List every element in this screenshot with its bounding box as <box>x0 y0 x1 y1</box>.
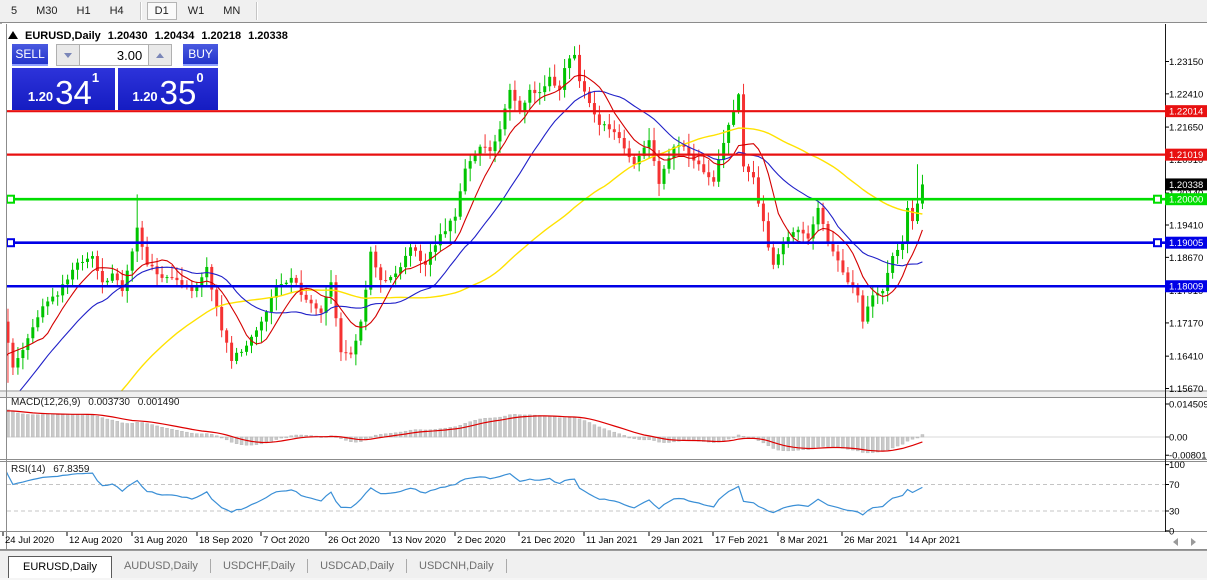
x-axis-date-label: 2 Dec 2020 <box>457 535 506 546</box>
hline-handle[interactable] <box>1154 196 1161 203</box>
scroll-right-button[interactable] <box>1186 536 1200 548</box>
buy-price-panel[interactable]: 1.20 35 0 <box>118 68 218 110</box>
timeframe-button-d1[interactable]: D1 <box>147 2 177 20</box>
price-line-label: 1.21019 <box>1169 150 1203 161</box>
price-line-label: 1.22014 <box>1169 107 1203 118</box>
y-axis-tick-label: 1.22410 <box>1169 89 1203 100</box>
buy-price-prefix: 1.20 <box>132 89 157 104</box>
macd-signal-value: 0.001490 <box>138 397 180 408</box>
chart-header: EURUSD,Daily 1.20430 1.20434 1.20218 1.2… <box>8 29 295 43</box>
y-axis-tick-label: 1.18670 <box>1169 253 1203 264</box>
y-axis-tick-label: 1.19410 <box>1169 221 1203 232</box>
rsi-axis-label: 70 <box>1169 480 1180 491</box>
macd-name: MACD(12,26,9) <box>11 397 80 408</box>
macd-axis-label: 0.00 <box>1169 433 1188 444</box>
x-axis-date-label: 31 Aug 2020 <box>134 535 187 546</box>
x-axis-date-label: 13 Nov 2020 <box>392 535 446 546</box>
x-axis-date-label: 12 Aug 2020 <box>69 535 122 546</box>
volume-increase-button[interactable] <box>149 45 171 65</box>
timeframe-button-w1[interactable]: W1 <box>180 2 213 20</box>
x-axis-date-label: 26 Mar 2021 <box>844 535 897 546</box>
arrow-left-icon <box>1173 538 1178 546</box>
rsi-value: 67.8359 <box>53 464 89 475</box>
ohlc-close: 1.20338 <box>248 30 288 42</box>
x-axis-date-label: 11 Jan 2021 <box>586 535 638 546</box>
timeframe-button-m30[interactable]: M30 <box>28 2 65 20</box>
y-axis-tick-label: 1.23150 <box>1169 57 1203 68</box>
x-axis-date-label: 7 Oct 2020 <box>263 535 309 546</box>
toolbar-separator <box>140 2 142 20</box>
one-click-trading-panel: SELL BUY 1.20 34 1 1.20 35 0 <box>12 44 218 110</box>
timeframe-button-h4[interactable]: H4 <box>102 2 132 20</box>
ohlc-low: 1.20218 <box>201 30 241 42</box>
ohlc-high: 1.20434 <box>155 30 195 42</box>
buy-price-pip: 0 <box>196 70 203 85</box>
macd-label: MACD(12,26,9) 0.003730 0.001490 <box>11 397 184 408</box>
x-axis-date-label: 21 Dec 2020 <box>521 535 575 546</box>
buy-button[interactable]: BUY <box>183 44 218 66</box>
volume-decrease-button[interactable] <box>57 45 79 65</box>
tab-eurusd-daily[interactable]: EURUSD,Daily <box>8 556 112 578</box>
y-axis-tick-label: 1.15670 <box>1169 384 1203 395</box>
toolbar-separator <box>256 2 258 20</box>
timeframe-button-mn[interactable]: MN <box>215 2 248 20</box>
hline-handle[interactable] <box>7 239 14 246</box>
macd-main-value: 0.003730 <box>88 397 130 408</box>
tab-usdcnh-daily[interactable]: USDCNH,Daily <box>407 556 506 578</box>
timeframe-toolbar: 5 M30 H1 H4 D1 W1 MN <box>0 0 1207 23</box>
x-axis-date-label: 18 Sep 2020 <box>199 535 253 546</box>
sell-price-panel[interactable]: 1.20 34 1 <box>12 68 115 110</box>
price-line-label: 1.20000 <box>1169 195 1203 206</box>
sell-button[interactable]: SELL <box>12 44 48 66</box>
arrow-right-icon <box>1191 538 1196 546</box>
timeframe-button-h1[interactable]: H1 <box>69 2 99 20</box>
price-line-label: 1.20338 <box>1169 180 1203 191</box>
ohlc-open: 1.20430 <box>108 30 148 42</box>
tab-usdcad-daily[interactable]: USDCAD,Daily <box>308 556 406 578</box>
scroll-left-button[interactable] <box>1168 536 1182 548</box>
x-axis-date-label: 29 Jan 2021 <box>651 535 703 546</box>
sell-price-pip: 1 <box>92 70 99 85</box>
tab-divider <box>506 559 507 573</box>
y-axis-tick-label: 1.21650 <box>1169 123 1203 134</box>
volume-spinner <box>56 44 172 66</box>
rsi-axis-label: 30 <box>1169 507 1180 518</box>
x-axis-date-label: 26 Oct 2020 <box>328 535 380 546</box>
rsi-label: RSI(14) 67.8359 <box>11 464 94 475</box>
tab-usdchf-daily[interactable]: USDCHF,Daily <box>211 556 307 578</box>
triangle-up-icon <box>156 53 164 58</box>
sell-price-big: 34 <box>55 78 92 108</box>
x-axis-date-label: 14 Apr 2021 <box>909 535 960 546</box>
x-axis-date-label: 8 Mar 2021 <box>780 535 828 546</box>
macd-axis-label: 0.014509 <box>1169 400 1207 411</box>
price-line-label: 1.19005 <box>1169 238 1203 249</box>
collapse-triangle-icon[interactable] <box>8 31 18 39</box>
mt4-terminal: 5 M30 H1 H4 D1 W1 MN 1.23150 1.22410 1.216… <box>0 0 1207 580</box>
hline-handle[interactable] <box>7 196 14 203</box>
x-axis-date-label: 24 Jul 2020 <box>5 535 54 546</box>
timeframe-button-m5[interactable]: 5 <box>3 2 25 20</box>
volume-input[interactable] <box>79 45 149 65</box>
hline-handle[interactable] <box>1154 239 1161 246</box>
chart-tab-bar: EURUSD,Daily AUDUSD,Daily USDCHF,Daily U… <box>0 550 1207 578</box>
buy-price-big: 35 <box>160 78 197 108</box>
tab-audusd-daily[interactable]: AUDUSD,Daily <box>112 556 210 578</box>
price-line-label: 1.18009 <box>1169 282 1203 293</box>
x-axis-date-label: 17 Feb 2021 <box>715 535 768 546</box>
y-axis-tick-label: 1.17170 <box>1169 318 1203 329</box>
chart-symbol-label: EURUSD,Daily <box>25 30 101 42</box>
rsi-name: RSI(14) <box>11 464 45 475</box>
triangle-down-icon <box>64 53 72 58</box>
rsi-axis-label: 100 <box>1169 460 1185 471</box>
y-axis-tick-label: 1.16410 <box>1169 352 1203 363</box>
sell-price-prefix: 1.20 <box>28 89 53 104</box>
